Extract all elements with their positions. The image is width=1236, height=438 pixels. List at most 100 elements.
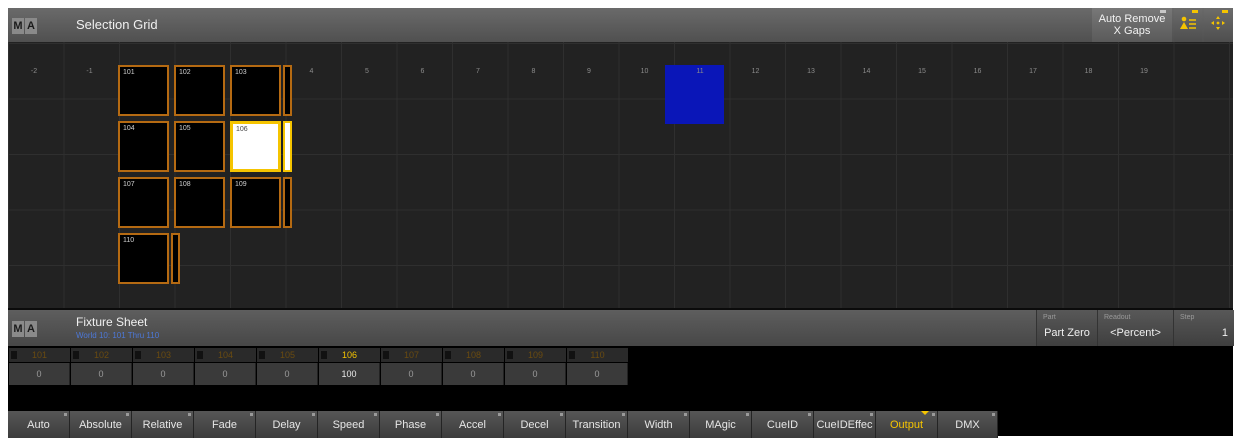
toolbar-button-relative[interactable]: Relative xyxy=(132,411,194,438)
part-selector[interactable]: Part Part Zero xyxy=(1036,310,1097,346)
fixture-id: 104 xyxy=(217,350,234,360)
fixture-id-header[interactable]: 102 xyxy=(71,348,132,362)
fixture-id: 105 xyxy=(279,350,296,360)
button-indicator xyxy=(250,413,253,416)
toolbar-button-speed[interactable]: Speed xyxy=(318,411,380,438)
toolbar-button-label: Phase xyxy=(394,418,427,431)
fixture-id: 101 xyxy=(31,350,48,360)
fixture-cell[interactable]: 106 xyxy=(230,121,281,172)
fixture-id-header[interactable]: 104 xyxy=(195,348,256,362)
fixture-cell[interactable]: 107 xyxy=(118,177,169,228)
button-indicator xyxy=(932,413,935,416)
fixture-cell[interactable]: 108 xyxy=(174,177,225,228)
window-title: Selection Grid xyxy=(76,17,158,32)
toolbar-button-width[interactable]: Width xyxy=(628,411,690,438)
toolbar-button-dmx[interactable]: DMX xyxy=(938,411,998,438)
fixture-id-header[interactable]: 106 xyxy=(319,348,380,362)
toolbar-button-phase[interactable]: Phase xyxy=(380,411,442,438)
move-button[interactable] xyxy=(1204,8,1232,42)
fixture-id-header[interactable]: 105 xyxy=(257,348,318,362)
ma-logo: M A xyxy=(12,321,37,337)
button-indicator xyxy=(126,413,129,416)
button-indicator xyxy=(1160,10,1166,13)
toolbar-button-cueideffec[interactable]: CueIDEffec xyxy=(814,411,876,438)
auto-remove-x-gaps-button[interactable]: Auto Remove X Gaps xyxy=(1092,8,1172,42)
fixture-id-header[interactable]: 110 xyxy=(567,348,628,362)
button-indicator xyxy=(992,413,995,416)
fixture-dimmer-value[interactable]: 0 xyxy=(381,363,442,385)
fixture-dimmer-value[interactable]: 100 xyxy=(319,363,380,385)
fixture-color-swatch xyxy=(569,351,575,359)
fixture-cell[interactable]: 105 xyxy=(174,121,225,172)
fixture-id: 106 xyxy=(341,350,358,360)
button-indicator xyxy=(746,413,749,416)
step-label: Step xyxy=(1180,314,1195,321)
selection-mode-button[interactable] xyxy=(1174,8,1202,42)
active-indicator-icon xyxy=(921,411,929,415)
fixture-cell[interactable]: 104 xyxy=(118,121,169,172)
toolbar-button-label: Relative xyxy=(142,418,183,431)
fixture-number: 108 xyxy=(179,181,191,188)
toolbar-button-auto[interactable]: Auto xyxy=(8,411,70,438)
fixture-dimmer-value[interactable]: 0 xyxy=(257,363,318,385)
fixture-cell-partial[interactable] xyxy=(283,65,292,116)
app-frame: M A Selection Grid Auto Remove X Gaps -2… xyxy=(8,8,1234,438)
fixture-dimmer-value[interactable]: 0 xyxy=(505,363,566,385)
toolbar-button-label: DMX xyxy=(955,418,980,431)
selection-mode-icon xyxy=(1179,16,1197,35)
fixture-cell[interactable]: 103 xyxy=(230,65,281,116)
part-value: Part Zero xyxy=(1044,327,1090,339)
fixture-dimmer-value[interactable]: 0 xyxy=(71,363,132,385)
fixture-dimmer-value[interactable]: 0 xyxy=(443,363,504,385)
fixture-color-swatch xyxy=(135,351,141,359)
move-icon xyxy=(1210,15,1226,36)
grid-column-label: 19 xyxy=(1140,68,1148,75)
toolbar-button-absolute[interactable]: Absolute xyxy=(70,411,132,438)
selection-grid-canvas[interactable]: -2-1123456789101112131415161718191011021… xyxy=(8,42,1233,308)
fixture-cell-partial[interactable] xyxy=(171,233,180,284)
toolbar-button-decel[interactable]: Decel xyxy=(504,411,566,438)
fixture-id-header[interactable]: 103 xyxy=(133,348,194,362)
toolbar-button-label: Accel xyxy=(459,418,486,431)
fixture-dimmer-value[interactable]: 0 xyxy=(567,363,628,385)
toolbar-button-cueid[interactable]: CueID xyxy=(752,411,814,438)
toolbar-button-magic[interactable]: MAgic xyxy=(690,411,752,438)
readout-value: <Percent> xyxy=(1110,327,1161,339)
grid-column-label: 11 xyxy=(696,68,704,75)
fixture-cell[interactable]: 110 xyxy=(118,233,169,284)
fixture-id-header[interactable]: 101 xyxy=(9,348,70,362)
fixture-id-header[interactable]: 108 xyxy=(443,348,504,362)
fixture-color-swatch xyxy=(259,351,265,359)
toolbar-button-fade[interactable]: Fade xyxy=(194,411,256,438)
fixture-dimmer-value[interactable]: 0 xyxy=(9,363,70,385)
toolbar-button-delay[interactable]: Delay xyxy=(256,411,318,438)
toolbar-button-transition[interactable]: Transition xyxy=(566,411,628,438)
fixture-dimmer-value[interactable]: 0 xyxy=(195,363,256,385)
fixture-cell[interactable]: 102 xyxy=(174,65,225,116)
fixture-sheet-titlebar: M A Fixture Sheet World 10: 101 Thru 110… xyxy=(8,310,1234,346)
toolbar-button-output[interactable]: Output xyxy=(876,411,938,438)
button-indicator xyxy=(374,413,377,416)
toolbar-button-label: Width xyxy=(644,418,673,431)
grid-column-label: 14 xyxy=(862,68,871,75)
fixture-color-swatch xyxy=(383,351,389,359)
fixture-cell[interactable]: 101 xyxy=(118,65,169,116)
fixture-number: 105 xyxy=(179,125,191,132)
fixture-cell-partial[interactable] xyxy=(283,177,292,228)
grid-column-label: 13 xyxy=(807,68,815,75)
readout-label: Readout xyxy=(1104,314,1131,321)
fixture-color-swatch xyxy=(445,351,451,359)
fixture-cell[interactable]: 109 xyxy=(230,177,281,228)
fixture-cell-partial[interactable] xyxy=(283,121,292,172)
logo-letter-m: M xyxy=(12,321,24,337)
fixture-dimmer-value[interactable]: 0 xyxy=(133,363,194,385)
fixture-color-swatch xyxy=(507,351,513,359)
fixture-id-header[interactable]: 109 xyxy=(505,348,566,362)
selection-grid-window: M A Selection Grid Auto Remove X Gaps -2… xyxy=(8,8,1233,308)
button-indicator xyxy=(622,413,625,416)
fixture-id-header[interactable]: 107 xyxy=(381,348,442,362)
readout-selector[interactable]: Readout <Percent> xyxy=(1097,310,1173,346)
button-indicator xyxy=(188,413,191,416)
toolbar-button-accel[interactable]: Accel xyxy=(442,411,504,438)
step-selector[interactable]: Step 1 xyxy=(1173,310,1234,346)
